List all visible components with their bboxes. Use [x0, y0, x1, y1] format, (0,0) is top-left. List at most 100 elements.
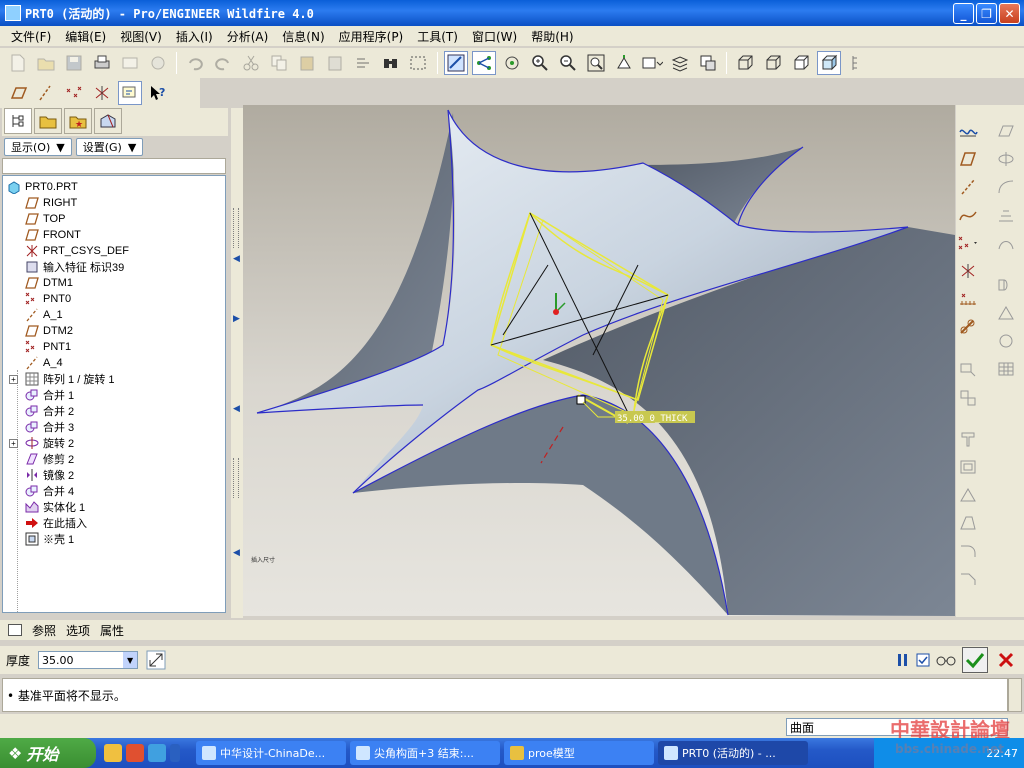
- settings-dropdown[interactable]: 设置(G) ▼: [75, 138, 144, 156]
- tree-item[interactable]: PRT0.PRT: [3, 179, 225, 195]
- pause-icon[interactable]: [896, 652, 910, 668]
- sweep-tool-icon[interactable]: [994, 175, 1018, 199]
- warp-tool-icon[interactable]: [994, 301, 1018, 325]
- cut-icon[interactable]: [239, 51, 263, 75]
- extrude-tool-icon[interactable]: [994, 119, 1018, 143]
- menu-view[interactable]: 视图(V): [113, 28, 169, 45]
- wireframe-icon[interactable]: [733, 51, 757, 75]
- tree-item[interactable]: 修剪 2: [3, 451, 225, 467]
- tree-item[interactable]: + 旋转 2: [3, 435, 225, 451]
- menu-window[interactable]: 窗口(W): [465, 28, 524, 45]
- paste-special-icon[interactable]: [323, 51, 347, 75]
- annotation-display-icon[interactable]: [118, 81, 142, 105]
- tree-item[interactable]: 合并 3: [3, 419, 225, 435]
- menu-info[interactable]: 信息(N): [275, 28, 331, 45]
- boundary-blend-icon[interactable]: [994, 231, 1018, 255]
- regenerate-icon[interactable]: [351, 51, 375, 75]
- saved-views-icon[interactable]: [640, 51, 664, 75]
- taskbar-item-active[interactable]: PRT0 (活动的) - ...: [658, 741, 808, 765]
- tree-item[interactable]: 在此插入: [3, 515, 225, 531]
- spin-center-icon[interactable]: [472, 51, 496, 75]
- quick-launch-icon[interactable]: [126, 744, 144, 762]
- tree-item[interactable]: 输入特征 标识39: [3, 259, 225, 275]
- reorient-icon[interactable]: [612, 51, 636, 75]
- dashboard-toggle-icon[interactable]: [8, 624, 22, 636]
- tree-item[interactable]: RIGHT: [3, 195, 225, 211]
- point-display-icon[interactable]: [62, 81, 86, 105]
- undo-icon[interactable]: [183, 51, 207, 75]
- collapse-left-icon[interactable]: ◀: [233, 548, 240, 558]
- hidden-line-icon[interactable]: [761, 51, 785, 75]
- copy-icon[interactable]: [267, 51, 291, 75]
- menu-file[interactable]: 文件(F): [4, 28, 58, 45]
- tab-properties[interactable]: 属性: [100, 622, 124, 639]
- flip-direction-icon[interactable]: [146, 650, 166, 670]
- selection-box-icon[interactable]: [407, 51, 431, 75]
- chevron-down-icon[interactable]: ▼: [123, 652, 138, 668]
- redo-icon[interactable]: [211, 51, 235, 75]
- zoom-in-icon[interactable]: [528, 51, 552, 75]
- datum-display-icon[interactable]: [845, 51, 869, 75]
- tree-item[interactable]: ※壳 1: [3, 531, 225, 547]
- blend-tool-icon[interactable]: [994, 203, 1018, 227]
- tab-options[interactable]: 选项: [66, 622, 90, 639]
- orient-mode-icon[interactable]: [500, 51, 524, 75]
- repaint-icon[interactable]: [444, 51, 468, 75]
- menu-insert[interactable]: 插入(I): [169, 28, 220, 45]
- chamfer-tool-icon[interactable]: [956, 567, 980, 591]
- show-dropdown[interactable]: 显示(O) ▼: [4, 138, 72, 156]
- tree-item[interactable]: A_1: [3, 307, 225, 323]
- quick-launch-more-icon[interactable]: [170, 744, 180, 762]
- send-mail-icon[interactable]: [118, 51, 142, 75]
- rib-tool-icon[interactable]: [956, 483, 980, 507]
- tree-item[interactable]: 实体化 1: [3, 499, 225, 515]
- datum-curve-tool-icon[interactable]: [956, 203, 980, 227]
- sketch-tools-icon[interactable]: [956, 119, 980, 143]
- pattern-tool-icon[interactable]: [994, 357, 1018, 381]
- tree-item[interactable]: PRT_CSYS_DEF: [3, 243, 225, 259]
- taskbar-item[interactable]: 中华设计-ChinaDe...: [196, 741, 346, 765]
- view-manager-icon[interactable]: [696, 51, 720, 75]
- taskbar-item[interactable]: proe模型: [504, 741, 654, 765]
- csys-display-icon[interactable]: [90, 81, 114, 105]
- quick-launch-icon[interactable]: [104, 744, 122, 762]
- collapse-left-icon[interactable]: ◀: [233, 254, 240, 264]
- tree-item[interactable]: 合并 2: [3, 403, 225, 419]
- shell-tool-icon[interactable]: [956, 455, 980, 479]
- round-tool-icon[interactable]: [956, 539, 980, 563]
- send-link-icon[interactable]: [146, 51, 170, 75]
- thickness-input[interactable]: 35.00 ▼: [38, 651, 139, 669]
- shading-icon[interactable]: [817, 51, 841, 75]
- message-scrollbar[interactable]: [1008, 678, 1022, 712]
- tree-item[interactable]: DTM2: [3, 323, 225, 339]
- mirror-tool-icon[interactable]: [956, 385, 980, 409]
- open-file-icon[interactable]: [34, 51, 58, 75]
- thickness-dimension[interactable]: 35.00 0_THICK: [617, 414, 688, 424]
- tree-item[interactable]: TOP: [3, 211, 225, 227]
- plane-display-icon[interactable]: [6, 81, 30, 105]
- tab-references[interactable]: 参照: [32, 622, 56, 639]
- print-icon[interactable]: [90, 51, 114, 75]
- paste-icon[interactable]: [295, 51, 319, 75]
- find-icon[interactable]: [379, 51, 403, 75]
- tree-item[interactable]: PNT0: [3, 291, 225, 307]
- connections-tab[interactable]: [94, 108, 122, 134]
- menu-analysis[interactable]: 分析(A): [220, 28, 276, 45]
- new-file-icon[interactable]: [6, 51, 30, 75]
- tree-item[interactable]: PNT1: [3, 339, 225, 355]
- preview-checkbox[interactable]: [916, 653, 930, 667]
- expand-right-icon[interactable]: ▶: [233, 314, 240, 324]
- layers-icon[interactable]: [668, 51, 692, 75]
- start-button[interactable]: ❖ 开始: [0, 738, 96, 768]
- folder-browser-tab[interactable]: [34, 108, 62, 134]
- close-button[interactable]: ✕: [999, 3, 1020, 24]
- glasses-icon[interactable]: [936, 653, 956, 667]
- collapse-left-icon[interactable]: ◀: [233, 404, 240, 414]
- copy-feature-icon[interactable]: [956, 357, 980, 381]
- tree-item[interactable]: 合并 1: [3, 387, 225, 403]
- variable-section-icon[interactable]: [994, 329, 1018, 353]
- datum-axis-tool-icon[interactable]: [956, 175, 980, 199]
- panel-splitter[interactable]: ◀ ▶ ◀ ◀: [231, 108, 243, 618]
- tree-item[interactable]: + 阵列 1 / 旋转 1: [3, 371, 225, 387]
- datum-point-tool-icon[interactable]: [956, 231, 980, 255]
